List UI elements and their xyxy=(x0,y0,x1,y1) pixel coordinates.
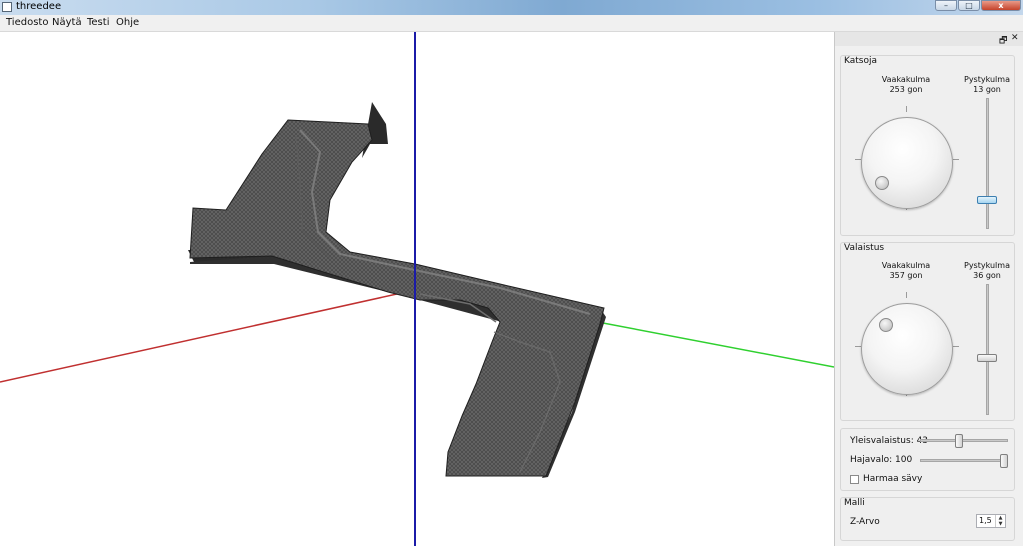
panel-close-icon[interactable]: ✕ xyxy=(1011,33,1019,43)
scene-svg xyxy=(0,32,834,546)
katsoja-vertical-label: Pystykulma xyxy=(964,75,1010,84)
ambient-handle[interactable] xyxy=(955,434,963,448)
z-value-spinbox[interactable]: 1,5 ▲ ▼ xyxy=(976,514,1006,528)
maximize-button[interactable]: □ xyxy=(958,0,980,11)
valaistus-vertical-slider[interactable] xyxy=(986,284,989,415)
katsoja-vertical-slider[interactable] xyxy=(986,98,989,229)
valaistus-title: Valaistus xyxy=(844,243,885,253)
terrain-model xyxy=(188,102,606,478)
panel-header: 🗗 ✕ xyxy=(835,32,1023,46)
menu-tiedosto[interactable]: Tiedosto xyxy=(6,17,48,28)
ambient-slider[interactable] xyxy=(920,439,1008,442)
ambient-label: Yleisvalaistus: 43 xyxy=(850,436,929,446)
katsoja-horizontal-value: 253 gon xyxy=(889,85,923,94)
menu-bar: Tiedosto Näytä Testi Ohje xyxy=(0,15,1023,32)
katsoja-horizontal-label: Vaakakulma xyxy=(881,75,931,84)
diffuse-handle[interactable] xyxy=(1000,454,1008,468)
grayscale-checkbox[interactable] xyxy=(850,475,859,484)
minimize-button[interactable]: – xyxy=(935,0,957,11)
katsoja-vertical-handle[interactable] xyxy=(977,196,997,204)
valaistus-vertical-value: 36 gon xyxy=(973,271,1001,280)
grayscale-label: Harmaa sävy xyxy=(863,474,923,484)
3d-viewport[interactable] xyxy=(0,32,834,546)
dial-knob[interactable] xyxy=(875,176,889,190)
valaistus-horizontal-label: Vaakakulma xyxy=(881,261,931,270)
katsoja-title: Katsoja xyxy=(844,56,877,66)
window-title: threedee xyxy=(16,1,62,12)
app-icon xyxy=(2,2,12,12)
diffuse-slider[interactable] xyxy=(920,459,1008,462)
dial-knob[interactable] xyxy=(879,318,893,332)
katsoja-horizontal-dial[interactable] xyxy=(861,117,953,209)
control-panel: 🗗 ✕ Katsoja Vaakakulma 253 gon Pystykulm… xyxy=(834,32,1023,546)
window-titlebar: threedee – □ x xyxy=(0,0,1023,15)
y-axis-line xyxy=(602,322,834,368)
z-value-label: Z-Arvo xyxy=(850,517,880,527)
z-value: 1,5 xyxy=(979,516,992,525)
valaistus-vertical-handle[interactable] xyxy=(977,354,997,362)
katsoja-vertical-value: 13 gon xyxy=(973,85,1001,94)
spin-arrows-icon[interactable]: ▲ ▼ xyxy=(995,515,1005,527)
close-button[interactable]: x xyxy=(981,0,1021,11)
x-axis-line xyxy=(0,289,416,383)
diffuse-label: Hajavalo: 100 xyxy=(850,455,913,465)
menu-ohje[interactable]: Ohje xyxy=(116,17,139,28)
menu-testi[interactable]: Testi xyxy=(87,17,109,28)
menu-nayta[interactable]: Näytä xyxy=(52,17,82,28)
malli-title: Malli xyxy=(844,498,865,508)
float-icon[interactable]: 🗗 xyxy=(999,33,1007,49)
valaistus-vertical-label: Pystykulma xyxy=(964,261,1010,270)
window-controls: – □ x xyxy=(935,0,1021,11)
valaistus-horizontal-value: 357 gon xyxy=(889,271,923,280)
valaistus-horizontal-dial[interactable] xyxy=(861,303,953,395)
